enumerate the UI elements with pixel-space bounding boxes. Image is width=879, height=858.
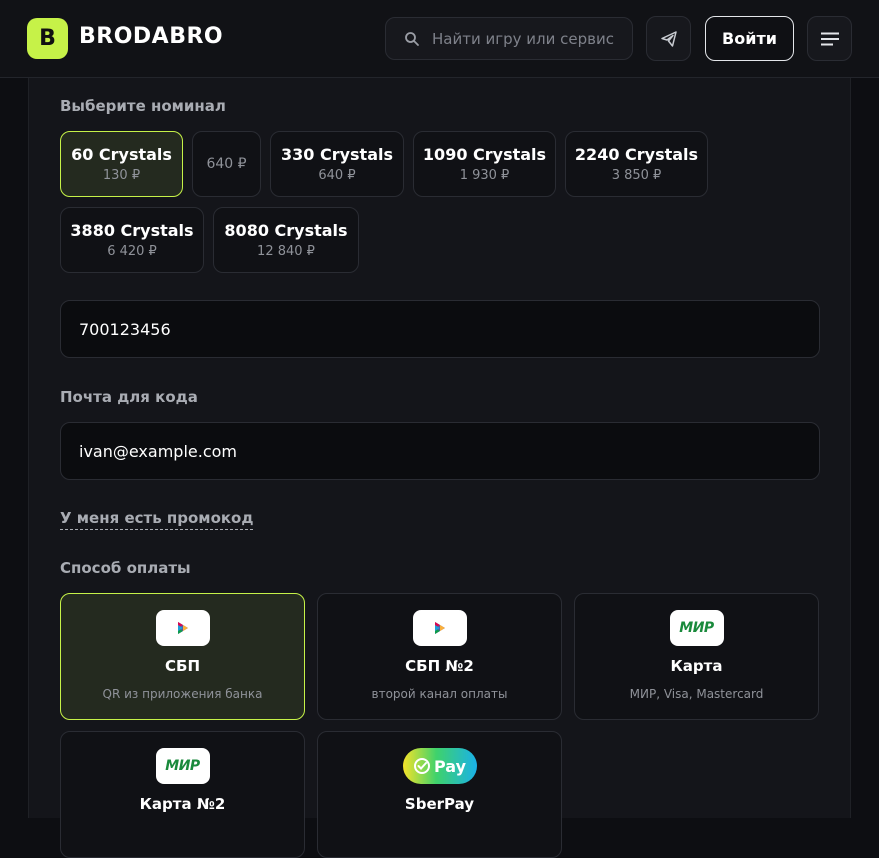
denom-price: 6 420 ₽ [107,244,157,259]
payment-method-sbp[interactable]: СБП QR из приложения банка [60,593,305,720]
payment-method-name: SberPay [404,795,475,813]
denom-price: 130 ₽ [102,168,141,183]
payment-method-name: Карта №2 [139,795,226,813]
payment-method-desc: QR из приложения банка [102,687,263,701]
sbp-logo-icon [155,610,210,646]
promo-code-link[interactable]: У меня есть промокод [60,509,254,530]
payment-method-name: Карта [670,657,723,675]
email-label: Почта для кода [60,388,198,406]
denom-name: 2240 Crystals [574,145,699,164]
payment-method-sbp-2[interactable]: СБП №2 второй канал оплаты [317,593,562,720]
player-id-input[interactable] [79,301,799,357]
payment-method-desc: МИР, Visa, Mastercard [629,687,764,701]
denom-name: 8080 Crystals [224,221,348,240]
nominal-label: Выберите номинал [60,97,226,115]
payment-method-desc: второй канал оплаты [371,687,508,701]
mir-logo-text: МИР [165,758,200,774]
payment-method-name: СБП №2 [405,657,474,675]
denom-name: 3880 Crystals [70,221,194,240]
mir-logo-icon: МИР [669,610,724,646]
denom-name: 60 Crystals [71,145,172,164]
mir-logo-text: МИР [679,620,714,636]
menu-button[interactable] [807,16,852,61]
brand-name[interactable]: BRODABRO [79,24,223,49]
logo-badge[interactable]: B [27,18,68,59]
denom-price: 640 ₽ [318,168,356,183]
search-icon [405,32,419,46]
denom-option-8080[interactable]: 8080 Crystals 12 840 ₽ [213,207,359,273]
search-input[interactable] [432,18,628,59]
top-header: B BRODABRO Войти [0,0,879,78]
denom-option-2240[interactable]: 2240 Crystals 3 850 ₽ [565,131,708,197]
email-input[interactable] [79,423,799,479]
payment-method-card[interactable]: МИР Карта МИР, Visa, Mastercard [574,593,819,720]
hamburger-icon [820,32,839,45]
payment-method-sberpay[interactable]: Pay SberPay [317,731,562,858]
sberpay-logo-icon: Pay [402,748,477,784]
denom-price: 1 930 ₽ [459,168,510,183]
denom-price: 640 ₽ [206,156,247,172]
sberpay-logo-text: Pay [433,756,467,776]
denom-option-640[interactable]: 640 ₽ [192,131,261,197]
denom-option-3880[interactable]: 3880 Crystals 6 420 ₽ [60,207,204,273]
mir-logo-icon: МИР [155,748,210,784]
login-button[interactable]: Войти [705,16,794,61]
denom-option-60[interactable]: 60 Crystals 130 ₽ [60,131,183,197]
denom-option-1090[interactable]: 1090 Crystals 1 930 ₽ [413,131,556,197]
search-box[interactable] [385,17,633,60]
player-id-field[interactable] [60,300,820,358]
payment-method-name: СБП [165,657,200,675]
denom-name: 1090 Crystals [422,145,547,164]
telegram-button[interactable] [646,16,691,61]
denom-option-330[interactable]: 330 Crystals 640 ₽ [270,131,404,197]
denom-name: 330 Crystals [280,145,393,164]
sbp-logo-icon [412,610,467,646]
email-field[interactable] [60,422,820,480]
payment-label: Способ оплаты [60,559,191,577]
denom-price: 3 850 ₽ [611,168,662,183]
denom-price: 12 840 ₽ [257,244,315,259]
payment-method-card-2[interactable]: МИР Карта №2 [60,731,305,858]
telegram-icon [660,30,677,47]
